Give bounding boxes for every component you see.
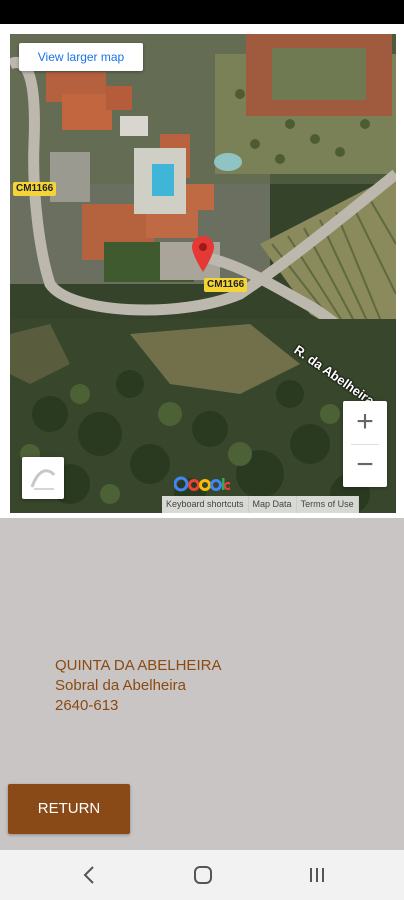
road-label: CM1166 <box>204 278 248 292</box>
zoom-controls: + − <box>343 401 387 487</box>
location-name: QUINTA DA ABELHEIRA <box>55 657 222 674</box>
view-larger-map-link[interactable]: View larger map <box>19 43 143 71</box>
back-icon[interactable] <box>75 863 105 887</box>
road-label: CM1166 <box>13 182 57 196</box>
map-pin-icon[interactable] <box>192 236 214 272</box>
satellite-imagery <box>10 34 396 513</box>
status-bar <box>0 0 404 24</box>
location-postal-code: 2640-613 <box>55 697 119 714</box>
map-view[interactable]: View larger map CM1166 CM1166 R. da Abel… <box>10 34 396 513</box>
pegman-icon <box>30 469 56 490</box>
google-wordmark-icon <box>173 476 232 492</box>
map-attribution: Keyboard shortcuts Map Data Terms of Use <box>162 496 359 513</box>
zoom-out-button[interactable]: − <box>343 444 387 487</box>
map-data-link[interactable]: Map Data <box>248 496 297 513</box>
return-button[interactable]: RETURN <box>8 784 130 834</box>
system-navigation-bar <box>0 850 404 900</box>
location-info-panel: QUINTA DA ABELHEIRA Sobral da Abelheira … <box>0 518 404 850</box>
recent-apps-icon[interactable] <box>302 863 332 887</box>
location-place: Sobral da Abelheira <box>55 677 186 694</box>
google-logo <box>173 475 232 498</box>
address-block: QUINTA DA ABELHEIRA Sobral da Abelheira … <box>55 656 221 716</box>
zoom-in-button[interactable]: + <box>343 401 387 444</box>
home-icon[interactable] <box>188 863 218 887</box>
terms-of-use-link[interactable]: Terms of Use <box>296 496 359 513</box>
keyboard-shortcuts-link[interactable]: Keyboard shortcuts <box>162 496 249 513</box>
street-view-button[interactable] <box>22 457 64 499</box>
